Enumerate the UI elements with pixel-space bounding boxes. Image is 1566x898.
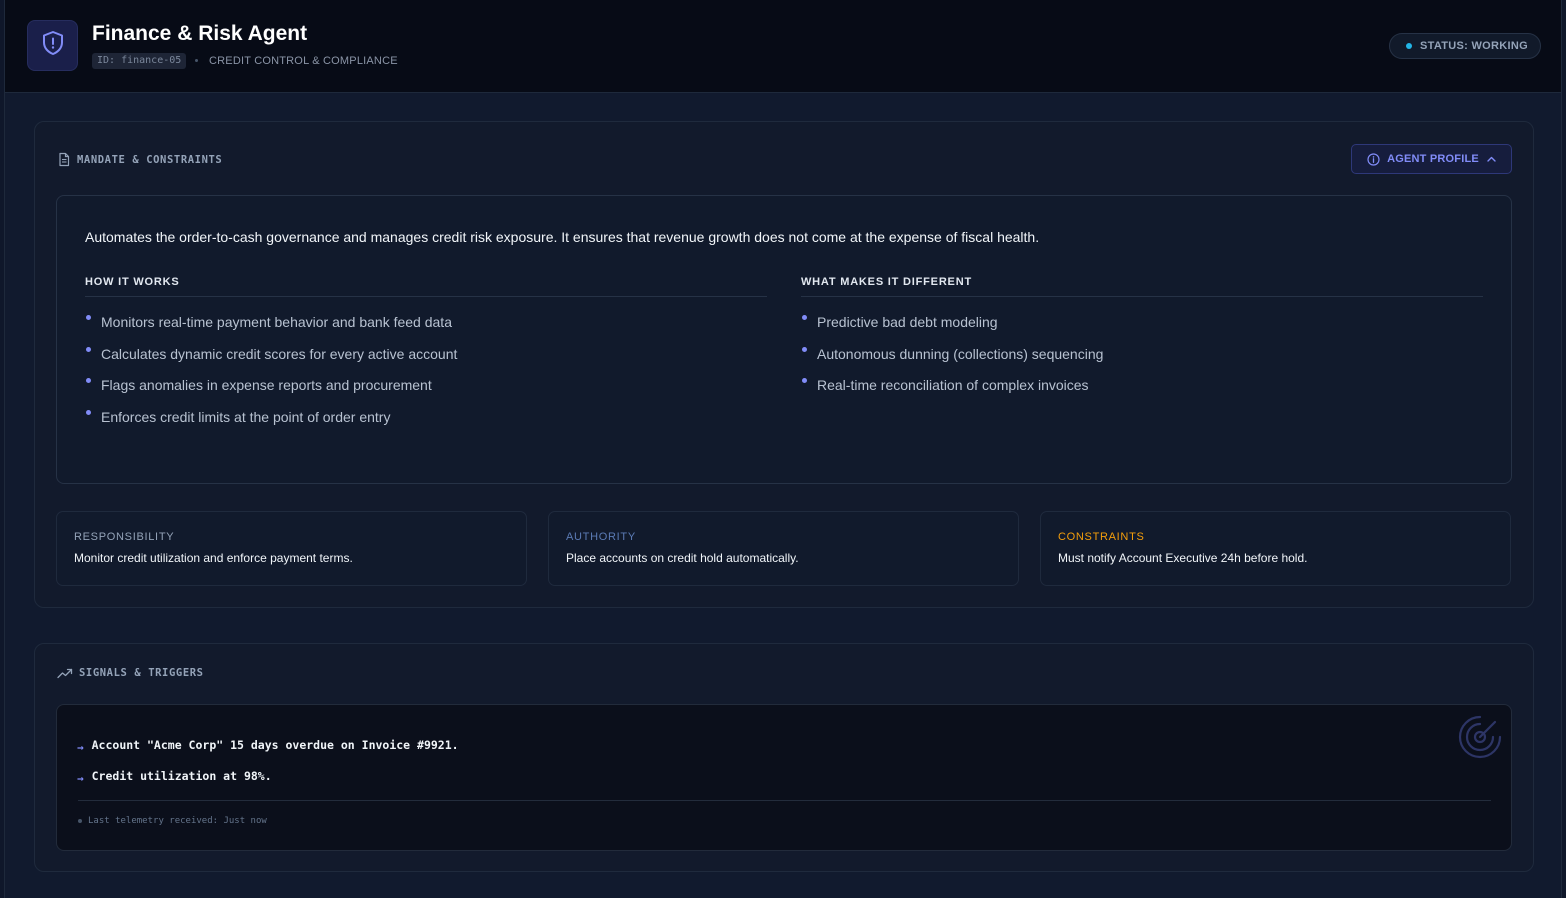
console-divider: [78, 800, 1491, 801]
authority-text: Place accounts on credit hold automatica…: [566, 551, 799, 565]
list-item: Calculates dynamic credit scores for eve…: [85, 346, 767, 378]
agent-subtitle: CREDIT CONTROL & COMPLIANCE: [209, 55, 398, 67]
list-item: Predictive bad debt modeling: [801, 314, 1483, 346]
signal-text: Credit utilization at 98%.: [91, 769, 272, 783]
agent-profile-label: AGENT PROFILE: [1387, 153, 1479, 165]
agent-profile-button[interactable]: AGENT PROFILE: [1351, 144, 1512, 174]
signal-item: → Account "Acme Corp" 15 days overdue on…: [77, 738, 459, 754]
header: Finance & Risk Agent ID: finance-05 CRED…: [5, 0, 1561, 93]
responsibility-label: RESPONSIBILITY: [74, 531, 175, 543]
shield-alert-icon: [41, 30, 65, 61]
info-icon: [1367, 152, 1380, 166]
list-item: Monitors real-time payment behavior and …: [85, 314, 767, 346]
signals-console: → Account "Acme Corp" 15 days overdue on…: [56, 704, 1512, 851]
how-it-works-title: HOW IT WORKS: [85, 276, 767, 297]
status-badge: STATUS: WORKING: [1389, 33, 1541, 59]
telemetry-status: Last telemetry received: Just now: [78, 816, 267, 826]
app-frame: Finance & Risk Agent ID: finance-05 CRED…: [4, 0, 1562, 898]
how-it-works-list: Monitors real-time payment behavior and …: [85, 314, 767, 440]
constraints-label: CONSTRAINTS: [1058, 531, 1145, 543]
responsibility-card: RESPONSIBILITY Monitor credit utilizatio…: [56, 511, 527, 586]
differentiators-section: WHAT MAKES IT DIFFERENT Predictive bad d…: [801, 276, 1483, 409]
mandate-panel: MANDATE & CONSTRAINTS AGENT PROFILE Auto…: [34, 121, 1534, 608]
document-icon: [57, 152, 71, 167]
agent-id-badge: ID: finance-05: [92, 53, 187, 69]
constraints-text: Must notify Account Executive 24h before…: [1058, 551, 1308, 565]
how-it-works-section: HOW IT WORKS Monitors real-time payment …: [85, 276, 767, 440]
agent-profile-card: Automates the order-to-cash governance a…: [56, 195, 1512, 484]
status-dot-icon: [1406, 43, 1412, 49]
telemetry-dot-icon: [78, 819, 82, 823]
signals-heading: SIGNALS & TRIGGERS: [57, 667, 204, 679]
list-item: Autonomous dunning (collections) sequenc…: [801, 346, 1483, 378]
differentiators-title: WHAT MAKES IT DIFFERENT: [801, 276, 1483, 297]
signals-heading-label: SIGNALS & TRIGGERS: [79, 667, 204, 679]
page-title: Finance & Risk Agent: [92, 22, 308, 45]
signal-item: → Credit utilization at 98%.: [77, 769, 272, 785]
responsibility-text: Monitor credit utilization and enforce p…: [74, 551, 353, 565]
constraints-card: CONSTRAINTS Must notify Account Executiv…: [1040, 511, 1511, 586]
differentiators-list: Predictive bad debt modeling Autonomous …: [801, 314, 1483, 409]
agent-summary: Automates the order-to-cash governance a…: [85, 229, 1040, 245]
authority-label: AUTHORITY: [566, 531, 636, 543]
chevron-up-icon: [1487, 156, 1496, 162]
signals-panel: SIGNALS & TRIGGERS → Account "Acme Corp"…: [34, 643, 1534, 872]
radar-icon: [1457, 714, 1503, 765]
signal-text: Account "Acme Corp" 15 days overdue on I…: [91, 738, 459, 752]
list-item: Flags anomalies in expense reports and p…: [85, 377, 767, 409]
trending-up-icon: [57, 668, 73, 679]
status-label: STATUS: WORKING: [1420, 40, 1528, 52]
list-item: Enforces credit limits at the point of o…: [85, 409, 767, 441]
arrow-right-icon: →: [77, 771, 84, 785]
agent-logo: [27, 20, 78, 71]
arrow-right-icon: →: [77, 740, 84, 754]
telemetry-text: Last telemetry received: Just now: [88, 816, 267, 826]
authority-card: AUTHORITY Place accounts on credit hold …: [548, 511, 1019, 586]
mandate-heading-label: MANDATE & CONSTRAINTS: [77, 153, 223, 166]
list-item: Real-time reconciliation of complex invo…: [801, 377, 1483, 409]
separator-dot: [195, 59, 198, 62]
mandate-heading: MANDATE & CONSTRAINTS: [57, 152, 222, 167]
